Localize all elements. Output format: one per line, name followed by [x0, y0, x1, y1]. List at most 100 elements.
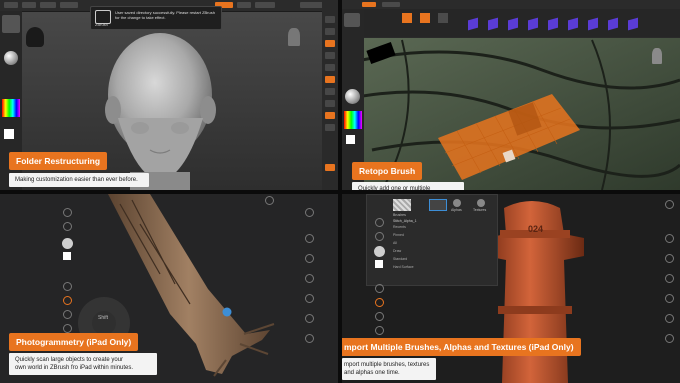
palette-swatch[interactable] — [438, 13, 448, 23]
material-sphere[interactable] — [4, 51, 18, 65]
texture-thumbnail[interactable] — [453, 199, 461, 207]
panel-photogrammetry: Shift Photogrammetry (iPad Only) Quickly… — [0, 194, 338, 383]
tool-icon[interactable] — [63, 310, 72, 319]
menu-item-recents[interactable]: Recents — [393, 225, 433, 233]
brush-thumbnail[interactable] — [2, 15, 20, 33]
tool-icon[interactable] — [665, 334, 674, 343]
navigation-figure-icon[interactable] — [652, 48, 662, 64]
material-sphere[interactable] — [345, 89, 360, 104]
menu-item[interactable] — [22, 2, 36, 8]
tool-icon[interactable] — [305, 208, 314, 217]
menu-item[interactable] — [60, 2, 78, 8]
menu-item[interactable] — [255, 2, 275, 8]
shelf-button-active[interactable] — [325, 40, 335, 47]
tool-icon[interactable] — [375, 218, 384, 227]
feature-title: Retopo Brush — [352, 162, 423, 180]
shelf-button[interactable] — [325, 88, 335, 95]
feature-title: Photogrammetry (iPad Only) — [9, 333, 139, 351]
tool-icon[interactable] — [665, 314, 674, 323]
tool-icon-active[interactable] — [63, 296, 72, 305]
color-picker[interactable] — [344, 111, 362, 129]
alpha-thumbnail[interactable] — [393, 199, 411, 211]
brush-icon[interactable] — [528, 17, 538, 31]
palette-swatch[interactable] — [420, 13, 430, 23]
menu-item-hard-surface[interactable]: Hard Surface — [393, 265, 433, 273]
brush-icon[interactable] — [588, 17, 598, 31]
settings-icon[interactable] — [265, 196, 274, 205]
tool-icon[interactable] — [305, 314, 314, 323]
tool-icon[interactable] — [665, 294, 674, 303]
tab-textures[interactable]: Textures — [473, 208, 486, 212]
panel-folder-restructuring: ZBrush User saved directory successfully… — [0, 0, 338, 190]
feature-collage: ZBrush User saved directory successfully… — [0, 0, 680, 383]
silhouette-icon[interactable] — [26, 27, 44, 47]
menu-item[interactable] — [40, 2, 56, 8]
shelf-button[interactable] — [325, 52, 335, 59]
brush-palette — [364, 9, 680, 37]
shelf-button-active[interactable] — [325, 112, 335, 119]
brush-icon[interactable] — [508, 17, 518, 31]
brush-icon[interactable] — [548, 17, 558, 31]
tool-icon[interactable] — [375, 284, 384, 293]
brush-icon[interactable] — [608, 17, 618, 31]
tab-brushes[interactable]: Brushes — [393, 213, 406, 217]
tab-alphas[interactable]: Alphas — [451, 208, 462, 212]
color-picker[interactable] — [2, 99, 20, 117]
menu-item[interactable] — [4, 2, 18, 8]
menu-item[interactable] — [237, 2, 251, 8]
shelf-button-active[interactable] — [325, 164, 335, 171]
material-sphere[interactable] — [374, 246, 385, 257]
right-tool-shelf — [662, 194, 678, 383]
tool-icon[interactable] — [665, 274, 674, 283]
shelf-button[interactable] — [325, 64, 335, 71]
brush-icon[interactable] — [568, 17, 578, 31]
shelf-button-active[interactable] — [325, 76, 335, 83]
swatch-white[interactable] — [375, 260, 383, 268]
tool-icon[interactable] — [665, 254, 674, 263]
tool-icon[interactable] — [665, 200, 674, 209]
feature-title: mport Multiple Brushes, Alphas and Textu… — [342, 338, 581, 356]
tool-icon[interactable] — [305, 234, 314, 243]
grid-divider-horizontal — [0, 190, 680, 194]
tool-icon[interactable] — [375, 232, 384, 241]
brush-thumbnail[interactable] — [344, 13, 360, 27]
menu-item-draw[interactable]: Draw — [393, 249, 433, 257]
tool-icon[interactable] — [305, 334, 314, 343]
tool-icon[interactable] — [305, 274, 314, 283]
shelf-button[interactable] — [325, 28, 335, 35]
tool-icon[interactable] — [63, 208, 72, 217]
shelf-button[interactable] — [325, 16, 335, 23]
tool-icon[interactable] — [375, 312, 384, 321]
menu-item-active[interactable] — [362, 2, 376, 7]
swatch-white[interactable] — [4, 129, 14, 139]
shift-label[interactable]: Shift — [98, 315, 108, 321]
tool-icon[interactable] — [665, 234, 674, 243]
tool-icon[interactable] — [305, 254, 314, 263]
caption-line: own world in ZBrush fro iPad within minu… — [15, 365, 134, 371]
brush-icon[interactable] — [488, 17, 498, 31]
notification-popup: ZBrush User saved directory successfully… — [90, 6, 222, 30]
menu-item-pinned[interactable]: Pinned — [393, 233, 433, 241]
texture-thumbnail[interactable] — [477, 199, 485, 207]
tool-icon-active[interactable] — [375, 298, 384, 307]
material-sphere[interactable] — [62, 238, 73, 249]
menu-item-all[interactable]: All — [393, 241, 433, 249]
brush-icon[interactable] — [628, 17, 638, 31]
menu-item-standard[interactable]: Standard — [393, 257, 433, 265]
navigation-figure-icon[interactable] — [288, 28, 300, 46]
palette-swatch[interactable] — [402, 13, 412, 23]
shelf-button[interactable] — [325, 100, 335, 107]
tool-icon[interactable] — [63, 324, 72, 333]
tool-icon[interactable] — [305, 294, 314, 303]
tool-icon[interactable] — [375, 326, 384, 335]
caption-line: Quickly scan large objects to create you… — [15, 357, 124, 363]
alpha-thumbnail-selected[interactable] — [429, 199, 447, 211]
brush-icon[interactable] — [468, 17, 478, 31]
shelf-button[interactable] — [325, 124, 335, 131]
caption-line: mport multiple brushes, textures — [344, 362, 430, 368]
tool-icon[interactable] — [63, 222, 72, 231]
swatch-white[interactable] — [346, 135, 355, 144]
swatch-white[interactable] — [63, 252, 71, 260]
menu-item[interactable] — [382, 2, 400, 7]
tool-icon[interactable] — [63, 282, 72, 291]
